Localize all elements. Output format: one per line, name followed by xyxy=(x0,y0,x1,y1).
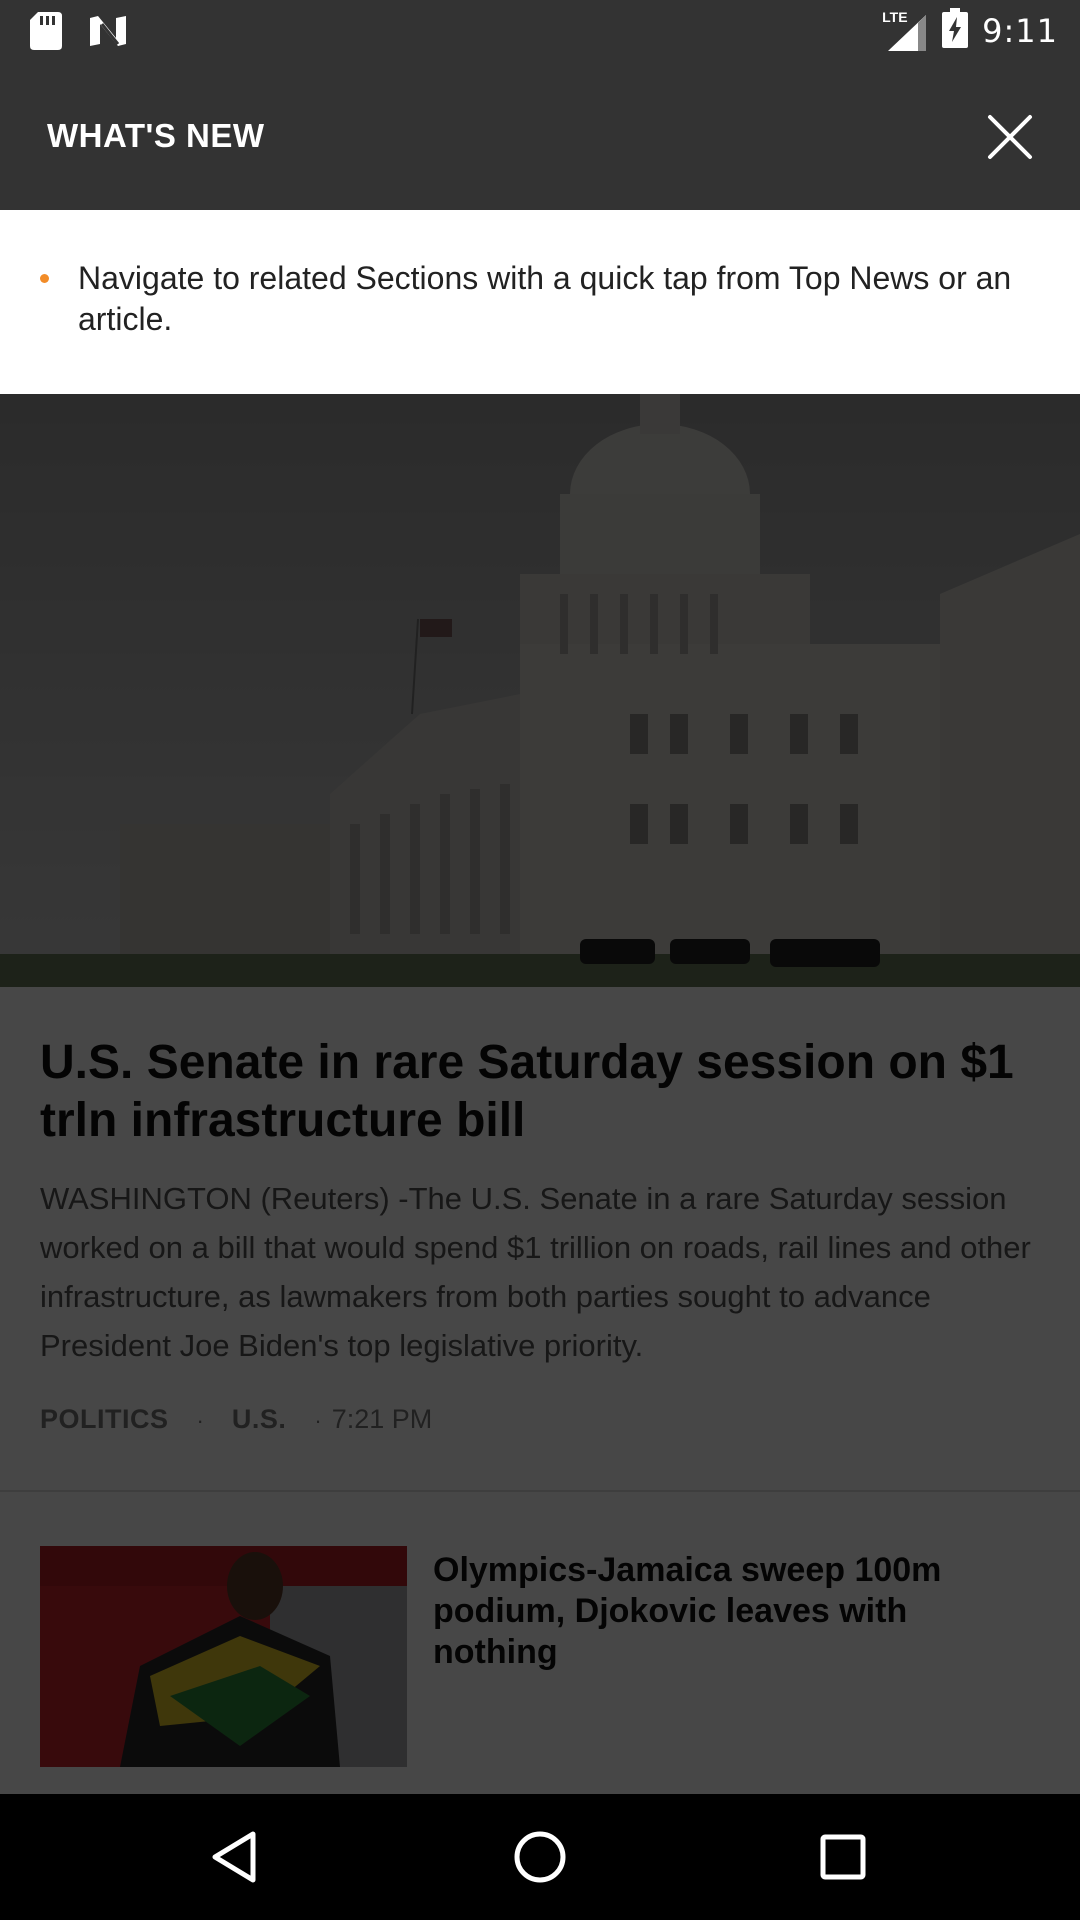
sd-card-icon xyxy=(30,12,62,55)
back-icon xyxy=(212,1831,256,1883)
meta-separator: · xyxy=(314,1408,322,1433)
whats-new-title: WHAT'S NEW xyxy=(47,117,265,154)
recents-button[interactable] xyxy=(810,1824,876,1890)
n-logo-icon xyxy=(88,14,128,53)
recents-icon xyxy=(820,1834,866,1880)
back-button[interactable] xyxy=(203,1824,269,1890)
second-story-headline[interactable]: Olympics-Jamaica sweep 100m podium, Djok… xyxy=(433,1550,1033,1673)
olympics-sprinter-photo[interactable] xyxy=(40,1546,407,1767)
whats-new-panel: Navigate to related Sections with a quic… xyxy=(0,210,1080,394)
close-icon xyxy=(988,115,1032,159)
divider xyxy=(0,1490,1080,1492)
close-button[interactable] xyxy=(980,107,1040,167)
screen: LTE 9:11 WHAT'S NEW Navigate to related … xyxy=(0,0,1080,1920)
battery-charging-icon xyxy=(942,8,969,53)
top-story-headline[interactable]: U.S. Senate in rare Saturday session on … xyxy=(40,1034,1040,1150)
news-feed: U.S. Senate in rare Saturday session on … xyxy=(0,394,1080,1794)
home-button[interactable] xyxy=(507,1824,573,1890)
capitol-building-photo[interactable] xyxy=(0,394,1080,987)
clock: 9:11 xyxy=(982,11,1058,50)
home-icon xyxy=(514,1831,566,1883)
status-bar: LTE 9:11 xyxy=(0,0,1080,63)
bullet-icon xyxy=(40,274,49,283)
lte-signal-icon: LTE xyxy=(882,9,928,53)
navigation-bar xyxy=(0,1794,1080,1920)
timestamp: 7:21 PM xyxy=(331,1404,433,1434)
whats-new-item: Navigate to related Sections with a quic… xyxy=(78,260,1012,337)
whats-new-header: WHAT'S NEW xyxy=(0,63,1080,210)
top-story-summary: WASHINGTON (Reuters) -The U.S. Senate in… xyxy=(40,1181,1031,1363)
section-tag-us[interactable]: U.S. xyxy=(232,1404,287,1435)
section-tag-politics[interactable]: POLITICS xyxy=(40,1404,169,1435)
top-story-meta: POLITICS · U.S. · 7:21 PM xyxy=(40,1404,432,1435)
meta-separator: · xyxy=(196,1408,204,1433)
